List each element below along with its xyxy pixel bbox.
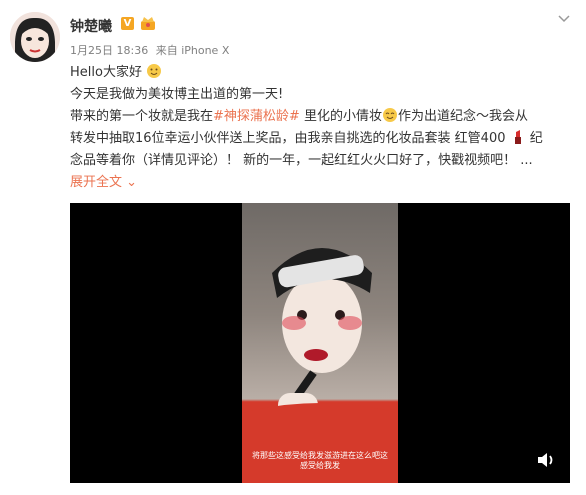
post-line-2: 今天是我做为美妆博主出道的第一天!	[70, 87, 284, 102]
video-player[interactable]: 将那些这感受给我发滋游进在这么吧这感受给我发	[70, 203, 570, 483]
avatar[interactable]	[10, 12, 60, 62]
verified-icon: V	[121, 17, 134, 30]
smile-emoji-icon	[147, 64, 162, 78]
lipstick-emoji-icon	[514, 130, 521, 144]
chevron-down-icon[interactable]: ⌄	[126, 175, 137, 190]
chevron-down-icon[interactable]	[556, 10, 572, 26]
post-meta: 1月25日 18:36 来自 iPhone X	[70, 42, 233, 58]
post-date[interactable]: 1月25日 18:36	[70, 44, 148, 57]
post-line-3: 带来的第一个妆就是我在#神探蒲松龄# 里化的小倩妆 作为出道纪念～我会从	[70, 108, 528, 124]
post-source: 来自 iPhone X	[155, 44, 230, 57]
sound-icon[interactable]	[536, 451, 556, 469]
crown-badge-icon[interactable]	[139, 15, 157, 31]
expand-link[interactable]: 展开全文 ⌄	[70, 172, 575, 194]
video-caption: 将那些这感受给我发滋游进在这么吧这感受给我发	[252, 451, 388, 470]
post-line-1: Hello大家好	[70, 62, 575, 84]
post-body: Hello大家好 今天是我做为美妆博主出道的第一天! 带来的第一个妆就是我在#神…	[70, 62, 575, 194]
username[interactable]: 钟楚曦	[70, 16, 112, 36]
video-frame	[242, 203, 398, 483]
post-line-5: 念品等着你（详情见评论）！ 新的一年，一起红红火火口好了，快戳视频吧！ ...	[70, 153, 533, 168]
smile-emoji-icon	[382, 108, 397, 122]
topic-link[interactable]: #神探蒲松龄#	[213, 109, 300, 124]
post-line-4: 转发中抽取16位幸运小伙伴送上奖品，由我亲自挑选的化妆品套装 红管400 纪	[70, 130, 543, 146]
